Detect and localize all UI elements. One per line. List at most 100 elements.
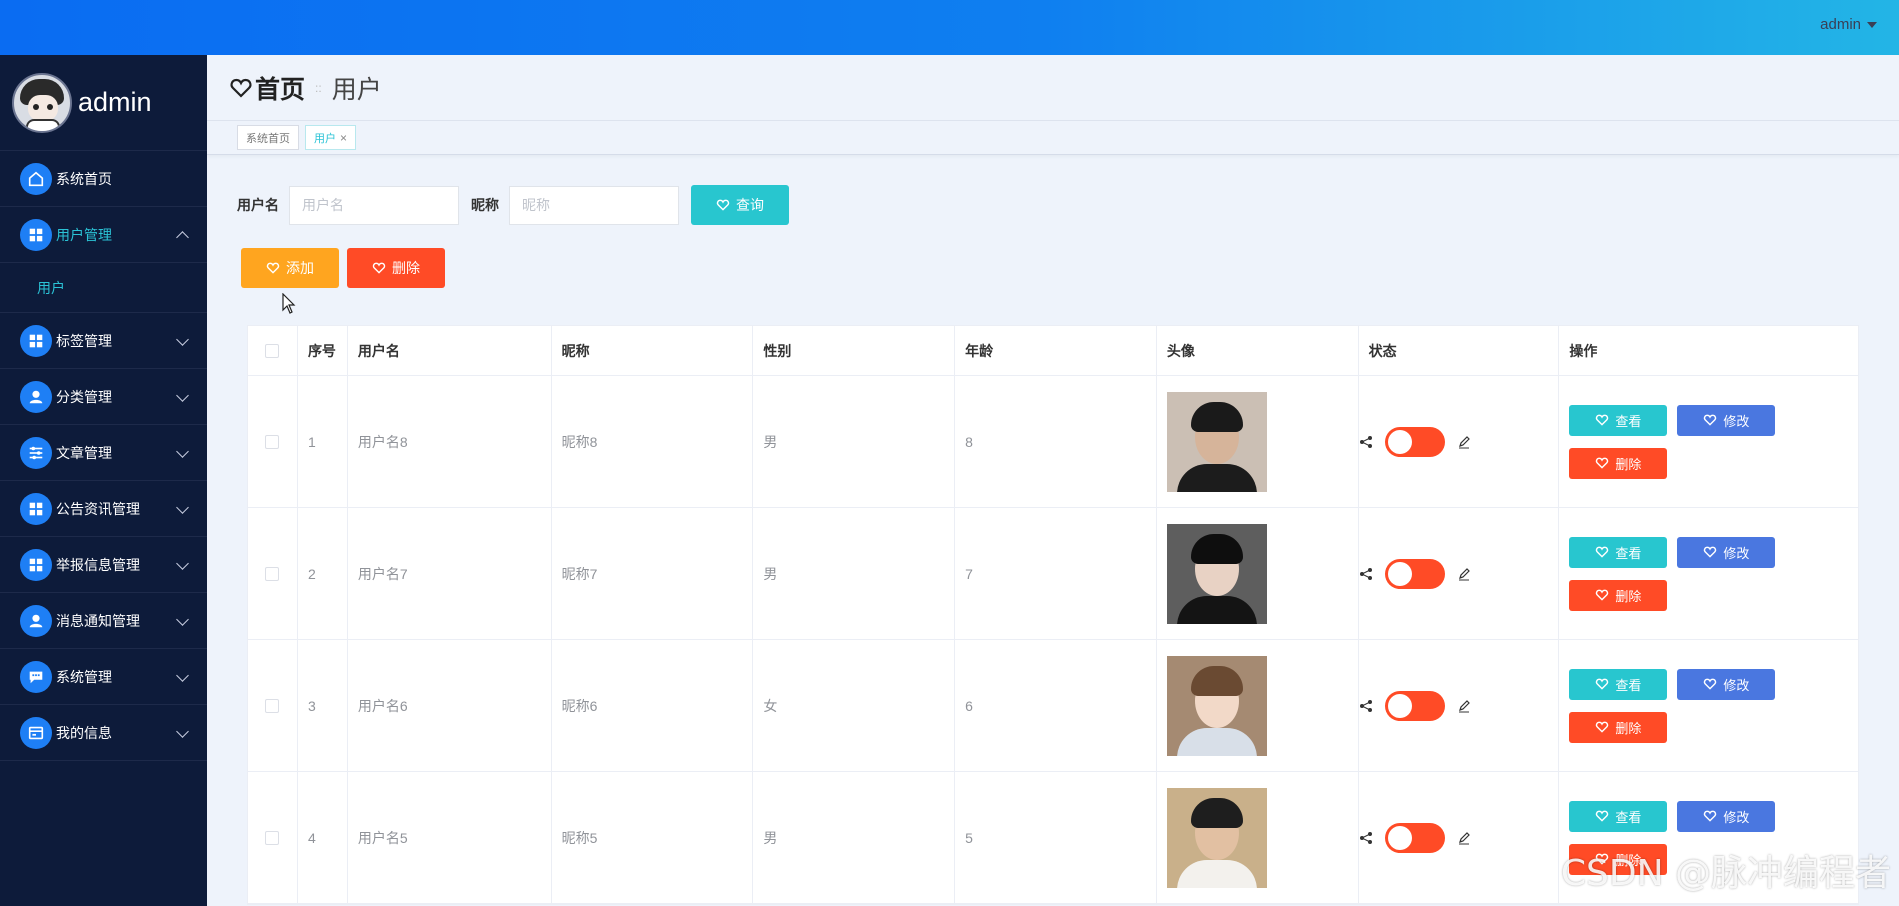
tab-label: 系统首页 bbox=[246, 132, 290, 145]
top-bar: admin bbox=[0, 0, 1899, 55]
card-icon bbox=[20, 716, 52, 749]
chevron-down-icon bbox=[176, 389, 189, 402]
view-button[interactable]: 查看 bbox=[1569, 404, 1668, 436]
view-button-label: 查看 bbox=[1615, 809, 1642, 825]
delete-button-label: 删除 bbox=[1615, 720, 1642, 736]
view-button-label: 查看 bbox=[1615, 677, 1642, 693]
query-button[interactable]: 查询 bbox=[691, 185, 789, 225]
header-username: 用户名 bbox=[348, 326, 552, 375]
sidebar-profile: admin bbox=[0, 55, 207, 151]
sidebar-item-label: 文章管理 bbox=[56, 444, 112, 461]
row-index: 1 bbox=[298, 376, 348, 507]
row-checkbox[interactable] bbox=[265, 566, 280, 581]
breadcrumb-separator: :: bbox=[315, 80, 322, 95]
row-checkbox[interactable] bbox=[265, 434, 280, 449]
close-icon[interactable]: × bbox=[340, 131, 347, 145]
heart-icon bbox=[1704, 546, 1717, 558]
row-nickname: 昵称5 bbox=[552, 772, 754, 903]
sidebar-item-system-management[interactable]: 系统管理 bbox=[0, 649, 207, 705]
edit-button[interactable]: 修改 bbox=[1677, 800, 1776, 832]
sidebar-item-announcement-management[interactable]: 公告资讯管理 bbox=[0, 481, 207, 537]
nickname-search-input[interactable] bbox=[509, 185, 679, 225]
user-icon bbox=[20, 604, 52, 637]
sidebar-item-label: 举报信息管理 bbox=[56, 556, 140, 573]
pencil-icon[interactable] bbox=[1457, 699, 1471, 713]
user-table: 序号 用户名 昵称 性别 年龄 头像 状态 操作 1 用户名8 昵称8 男 8 bbox=[247, 325, 1859, 905]
share-icon[interactable] bbox=[1359, 567, 1373, 581]
nickname-label: 昵称 bbox=[471, 197, 499, 213]
view-button[interactable]: 查看 bbox=[1569, 536, 1668, 568]
sidebar: admin 系统首页 用户管理 用户 标签管理 分类管理 文章管理 公告资讯管理… bbox=[0, 55, 207, 906]
share-icon[interactable] bbox=[1359, 699, 1373, 713]
tab-system-home[interactable]: 系统首页 bbox=[237, 125, 299, 150]
share-icon[interactable] bbox=[1359, 831, 1373, 845]
row-gender: 男 bbox=[753, 508, 956, 639]
grid-icon bbox=[20, 218, 52, 251]
sidebar-item-tag-management[interactable]: 标签管理 bbox=[0, 313, 207, 369]
sidebar-item-category-management[interactable]: 分类管理 bbox=[0, 369, 207, 425]
admin-dropdown[interactable]: admin bbox=[1820, 16, 1877, 33]
sidebar-item-label: 系统管理 bbox=[56, 668, 112, 685]
row-checkbox[interactable] bbox=[265, 830, 280, 845]
edit-button[interactable]: 修改 bbox=[1677, 404, 1776, 436]
avatar bbox=[1166, 523, 1267, 624]
grid-icon bbox=[20, 548, 52, 581]
username-label: 用户名 bbox=[237, 197, 279, 213]
heart-icon bbox=[1704, 810, 1717, 822]
heart-icon bbox=[1704, 678, 1717, 690]
sidebar-item-home[interactable]: 系统首页 bbox=[0, 151, 207, 207]
status-toggle[interactable] bbox=[1384, 558, 1445, 589]
home-icon bbox=[20, 162, 52, 195]
row-age: 7 bbox=[955, 508, 1157, 639]
pencil-icon[interactable] bbox=[1457, 435, 1471, 449]
status-toggle[interactable] bbox=[1384, 822, 1445, 853]
breadcrumb: 首页 :: 用户 bbox=[207, 55, 1899, 120]
query-button-label: 查询 bbox=[736, 197, 764, 213]
view-button[interactable]: 查看 bbox=[1569, 800, 1668, 832]
view-button[interactable]: 查看 bbox=[1569, 668, 1668, 700]
breadcrumb-home[interactable]: 首页 bbox=[255, 70, 305, 106]
avatar bbox=[1166, 391, 1267, 492]
delete-button[interactable]: 删除 bbox=[1569, 711, 1668, 743]
heart-icon bbox=[1704, 414, 1717, 426]
edit-button-label: 修改 bbox=[1723, 677, 1750, 693]
row-username: 用户名7 bbox=[348, 508, 552, 639]
sidebar-item-notification-management[interactable]: 消息通知管理 bbox=[0, 593, 207, 649]
tab-user[interactable]: 用户 × bbox=[305, 125, 357, 150]
sidebar-item-label: 分类管理 bbox=[56, 388, 112, 405]
bulk-delete-button[interactable]: 删除 bbox=[347, 248, 445, 288]
status-toggle[interactable] bbox=[1384, 690, 1445, 721]
add-button[interactable]: 添加 bbox=[241, 248, 339, 288]
row-nickname: 昵称8 bbox=[552, 376, 754, 507]
admin-dropdown-label: admin bbox=[1820, 16, 1861, 33]
table-row: 3 用户名6 昵称6 女 6 查看 修改 删除 bbox=[248, 640, 1858, 772]
search-form: 用户名 昵称 查询 bbox=[237, 185, 789, 225]
row-username: 用户名8 bbox=[348, 376, 552, 507]
user-icon bbox=[20, 380, 52, 413]
heart-icon bbox=[1596, 589, 1609, 601]
header-photo: 头像 bbox=[1157, 326, 1359, 375]
delete-button[interactable]: 删除 bbox=[1569, 447, 1668, 479]
edit-button[interactable]: 修改 bbox=[1677, 668, 1776, 700]
row-checkbox[interactable] bbox=[265, 698, 280, 713]
edit-button-label: 修改 bbox=[1723, 809, 1750, 825]
pencil-icon[interactable] bbox=[1457, 567, 1471, 581]
sidebar-subitem-user[interactable]: 用户 bbox=[0, 263, 207, 313]
select-all-checkbox[interactable] bbox=[265, 343, 280, 358]
sidebar-item-report-management[interactable]: 举报信息管理 bbox=[0, 537, 207, 593]
chevron-down-icon bbox=[176, 725, 189, 738]
sidebar-item-user-management[interactable]: 用户管理 bbox=[0, 207, 207, 263]
sidebar-item-article-management[interactable]: 文章管理 bbox=[0, 425, 207, 481]
delete-button[interactable]: 删除 bbox=[1569, 579, 1668, 611]
sidebar-item-my-info[interactable]: 我的信息 bbox=[0, 705, 207, 761]
breadcrumb-current: 用户 bbox=[331, 75, 382, 104]
grid-icon bbox=[20, 492, 52, 525]
sidebar-item-label: 消息通知管理 bbox=[56, 612, 140, 629]
username-search-input[interactable] bbox=[289, 185, 459, 225]
chevron-down-icon bbox=[176, 613, 189, 626]
row-age: 8 bbox=[955, 376, 1157, 507]
share-icon[interactable] bbox=[1359, 435, 1373, 449]
edit-button[interactable]: 修改 bbox=[1677, 536, 1776, 568]
status-toggle[interactable] bbox=[1384, 426, 1445, 457]
pencil-icon[interactable] bbox=[1457, 831, 1471, 845]
